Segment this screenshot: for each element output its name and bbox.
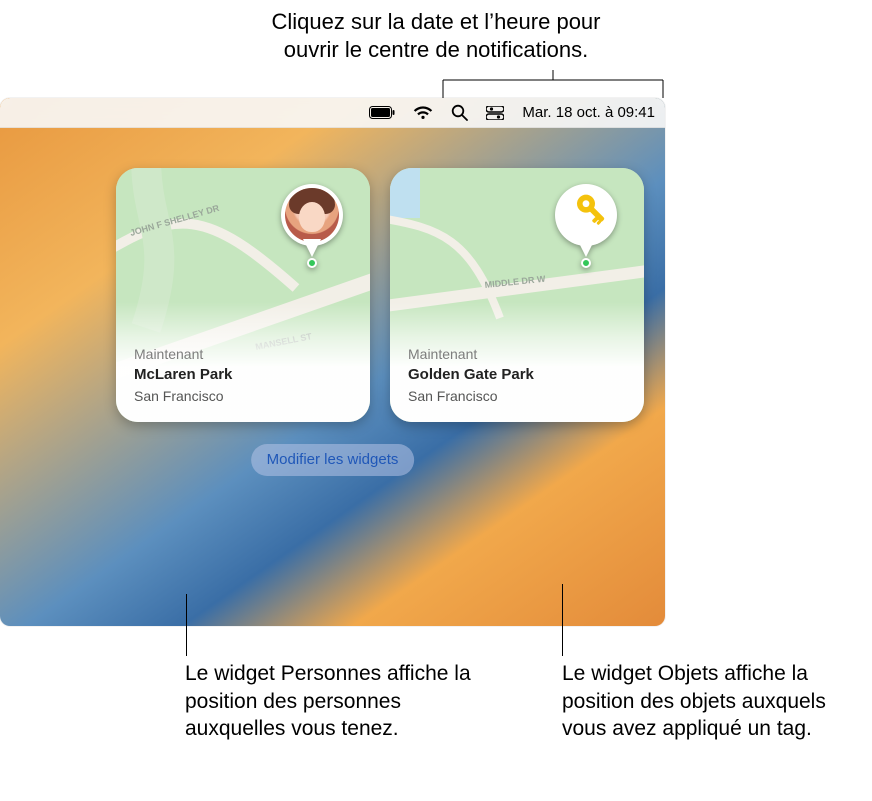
leader-line-items <box>562 584 563 656</box>
widget-people[interactable]: JOHN F SHELLEY DR MANSELL ST Maintenant … <box>116 168 370 422</box>
menu-bar-datetime[interactable]: Mar. 18 oct. à 09:41 <box>522 104 655 121</box>
widget-people-text: Maintenant McLaren Park San Francisco <box>134 344 232 406</box>
widget-items-text: Maintenant Golden Gate Park San Francisc… <box>408 344 534 406</box>
items-city: San Francisco <box>408 386 534 406</box>
edit-widgets-button[interactable]: Modifier les widgets <box>251 444 415 476</box>
callout-line-1: Cliquez sur la date et l’heure pour <box>0 8 872 36</box>
items-place: Golden Gate Park <box>408 364 534 386</box>
key-icon <box>563 192 609 238</box>
screenshot-area: Mar. 18 oct. à 09:41 JOHN F SHELLEY DR M… <box>0 98 665 626</box>
leader-line-people <box>186 594 187 656</box>
callout-notification-center: Cliquez sur la date et l’heure pour ouvr… <box>0 8 872 63</box>
spotlight-search-icon[interactable] <box>451 104 468 121</box>
avatar <box>285 188 339 242</box>
widgets-row: JOHN F SHELLEY DR MANSELL ST Maintenant … <box>116 168 644 422</box>
menu-bar: Mar. 18 oct. à 09:41 <box>0 98 665 128</box>
person-pin <box>281 184 343 270</box>
control-center-icon[interactable] <box>486 106 504 120</box>
callout-bracket-top <box>442 70 664 100</box>
item-pin <box>555 184 617 270</box>
battery-icon[interactable] <box>369 106 395 119</box>
people-now-label: Maintenant <box>134 344 232 364</box>
callout-widget-items: Le widget Objets affiche la position des… <box>562 660 862 743</box>
callout-line-2: ouvrir le centre de notifications. <box>0 36 872 64</box>
widget-items[interactable]: MIDDLE DR W <box>390 168 644 422</box>
people-place: McLaren Park <box>134 364 232 386</box>
people-city: San Francisco <box>134 386 232 406</box>
callout-widget-people: Le widget Personnes affiche la position … <box>185 660 475 743</box>
wifi-icon[interactable] <box>413 106 433 120</box>
items-now-label: Maintenant <box>408 344 534 364</box>
